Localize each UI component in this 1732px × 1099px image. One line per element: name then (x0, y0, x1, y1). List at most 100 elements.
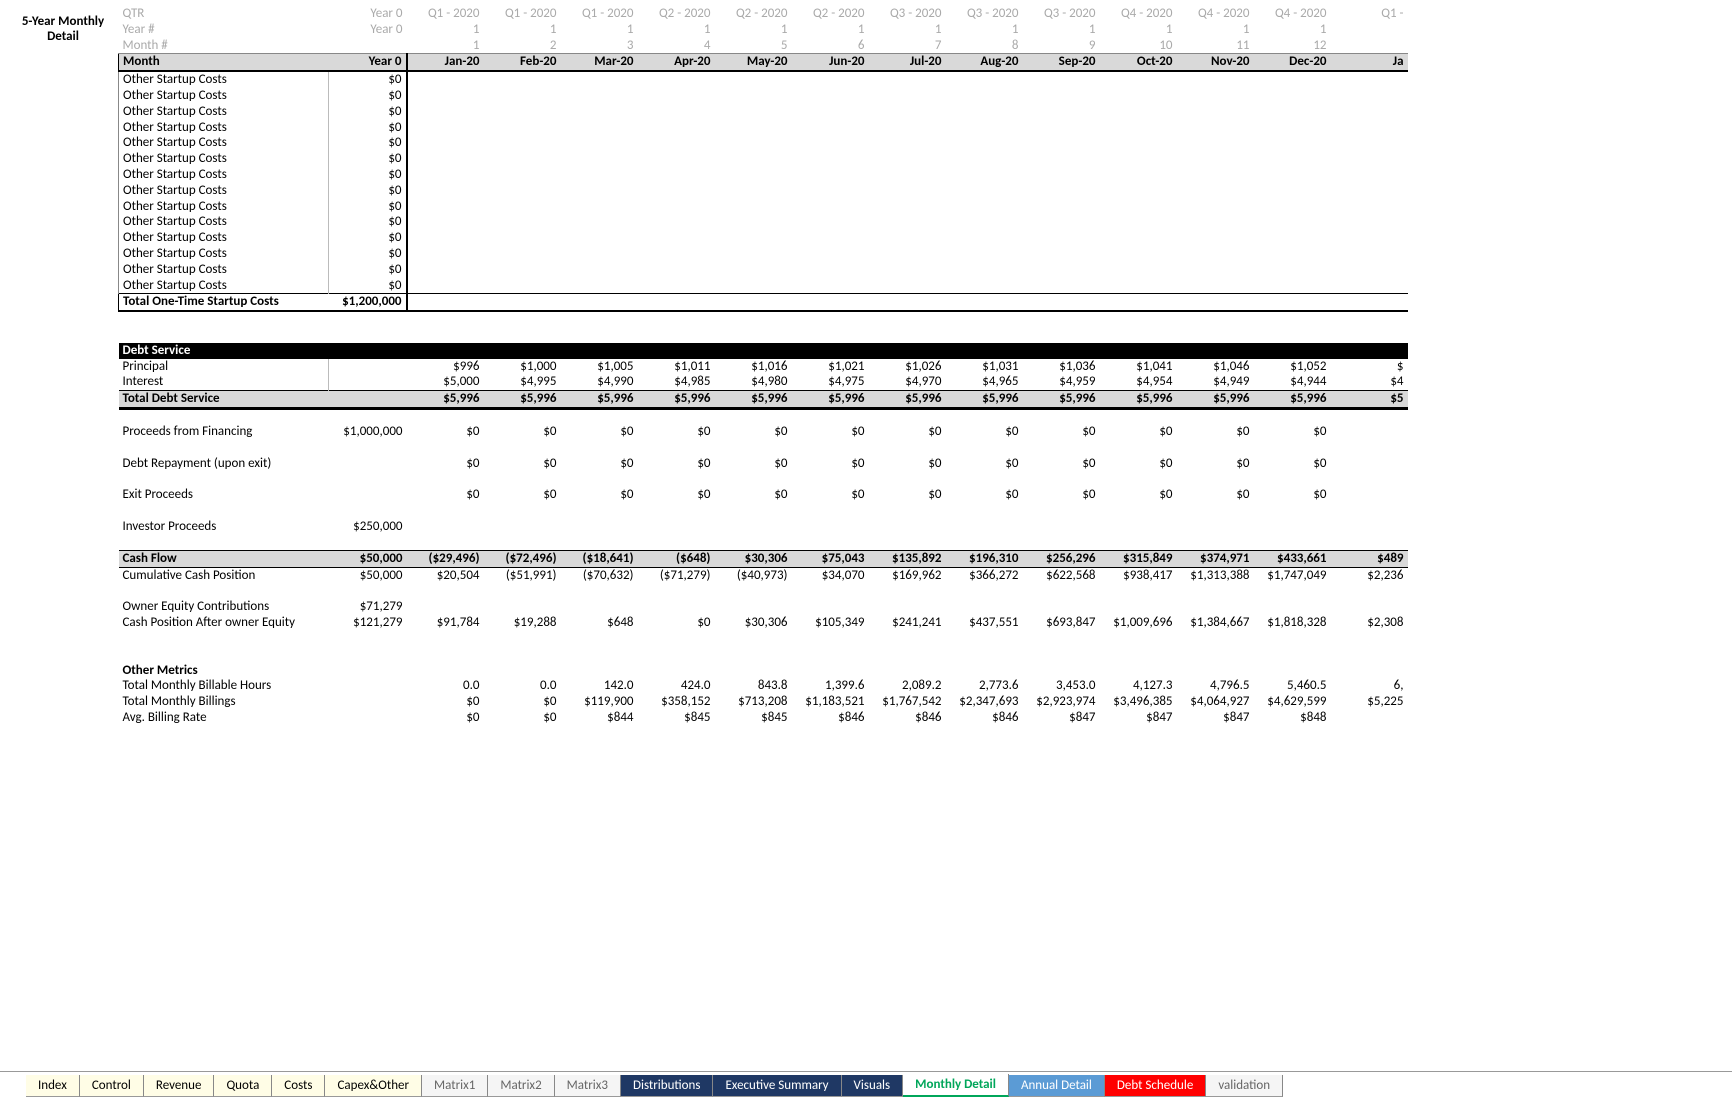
cell[interactable] (638, 278, 715, 294)
tab-matrix3[interactable]: Matrix3 (555, 1075, 621, 1097)
cell[interactable] (1254, 294, 1331, 311)
cell[interactable]: $0 (484, 694, 561, 710)
cell[interactable] (1100, 104, 1177, 120)
cell[interactable] (638, 246, 715, 262)
cell[interactable] (1331, 663, 1408, 679)
cell[interactable] (1331, 487, 1408, 503)
cell[interactable]: $1,818,328 (1254, 615, 1331, 631)
cell[interactable]: 843.8 (715, 678, 792, 694)
cell[interactable] (407, 262, 484, 278)
cell[interactable] (1254, 88, 1331, 104)
cell[interactable]: $0 (329, 88, 407, 104)
cell[interactable]: $0 (561, 487, 638, 503)
cell[interactable]: 1,399.6 (792, 678, 869, 694)
cell[interactable] (407, 120, 484, 136)
cell[interactable]: 0.0 (484, 678, 561, 694)
cell[interactable] (1023, 71, 1100, 88)
cell[interactable]: $50,000 (329, 551, 407, 568)
cell[interactable] (1023, 120, 1100, 136)
cell[interactable] (1100, 230, 1177, 246)
cell[interactable]: Dec-20 (1254, 54, 1331, 71)
cell[interactable] (407, 343, 484, 359)
cell[interactable] (561, 183, 638, 199)
cell[interactable] (638, 104, 715, 120)
cell[interactable] (946, 151, 1023, 167)
cell[interactable]: 0.0 (407, 678, 484, 694)
cell[interactable]: $0 (1254, 487, 1331, 503)
cell[interactable] (1100, 135, 1177, 151)
cell[interactable]: $0 (715, 424, 792, 440)
cell[interactable] (1254, 183, 1331, 199)
cell[interactable] (869, 230, 946, 246)
cell[interactable]: $0 (407, 456, 484, 472)
row-label[interactable]: Other Startup Costs (119, 214, 329, 230)
cell[interactable] (1100, 199, 1177, 215)
cell[interactable] (1023, 663, 1100, 679)
cell[interactable]: $3,496,385 (1100, 694, 1177, 710)
cell[interactable] (561, 599, 638, 615)
cell[interactable]: $19,288 (484, 615, 561, 631)
cell[interactable] (792, 294, 869, 311)
cell[interactable] (638, 183, 715, 199)
cell[interactable] (715, 104, 792, 120)
cell[interactable] (561, 230, 638, 246)
cell[interactable]: Jun-20 (792, 54, 869, 71)
cell[interactable] (792, 199, 869, 215)
cell[interactable] (484, 71, 561, 88)
cell[interactable]: $169,962 (869, 567, 946, 583)
row-label[interactable]: Other Startup Costs (119, 246, 329, 262)
cell[interactable] (1331, 246, 1408, 262)
cell[interactable] (1331, 519, 1408, 535)
cell[interactable]: $5,996 (1100, 391, 1177, 409)
cell[interactable]: 4,127.3 (1100, 678, 1177, 694)
cell[interactable] (869, 519, 946, 535)
cell[interactable] (329, 487, 407, 503)
cell[interactable]: $5,996 (792, 391, 869, 409)
cell[interactable] (1100, 167, 1177, 183)
cell[interactable] (792, 230, 869, 246)
cell[interactable] (638, 343, 715, 359)
cell[interactable] (1331, 424, 1408, 440)
cell[interactable]: $0 (484, 710, 561, 726)
cell[interactable] (561, 663, 638, 679)
cell[interactable] (638, 135, 715, 151)
cell[interactable]: $1,036 (1023, 359, 1100, 375)
cell[interactable]: May-20 (715, 54, 792, 71)
cell[interactable] (792, 599, 869, 615)
cell[interactable] (1023, 167, 1100, 183)
cell[interactable] (1023, 246, 1100, 262)
cell[interactable]: $0 (792, 487, 869, 503)
cell[interactable]: $5,996 (1177, 391, 1254, 409)
cell[interactable] (715, 343, 792, 359)
cell[interactable] (715, 120, 792, 136)
cell[interactable]: $0 (638, 615, 715, 631)
cell[interactable] (561, 71, 638, 88)
cell[interactable]: 1 (407, 22, 484, 38)
cell[interactable]: 2 (484, 38, 561, 54)
cell[interactable] (946, 71, 1023, 88)
cell[interactable] (715, 294, 792, 311)
cell[interactable] (484, 343, 561, 359)
cell[interactable] (1100, 246, 1177, 262)
cell[interactable]: $0 (869, 456, 946, 472)
cell[interactable] (329, 456, 407, 472)
tab-index[interactable]: Index (26, 1075, 80, 1097)
cell[interactable] (638, 663, 715, 679)
cell[interactable]: $0 (329, 167, 407, 183)
cell[interactable] (792, 183, 869, 199)
cell[interactable] (1254, 262, 1331, 278)
cell[interactable]: $846 (869, 710, 946, 726)
tab-distributions[interactable]: Distributions (621, 1075, 713, 1097)
cell[interactable] (792, 120, 869, 136)
cell[interactable] (638, 88, 715, 104)
cell[interactable] (792, 151, 869, 167)
cell[interactable] (407, 183, 484, 199)
cell[interactable]: 6, (1331, 678, 1408, 694)
cell[interactable] (484, 167, 561, 183)
cell[interactable]: $1,046 (1177, 359, 1254, 375)
cell[interactable]: Q2 - 2020 (792, 6, 869, 22)
cell[interactable]: $5,996 (638, 391, 715, 409)
cell[interactable] (869, 246, 946, 262)
cell[interactable] (407, 167, 484, 183)
cell[interactable] (715, 214, 792, 230)
